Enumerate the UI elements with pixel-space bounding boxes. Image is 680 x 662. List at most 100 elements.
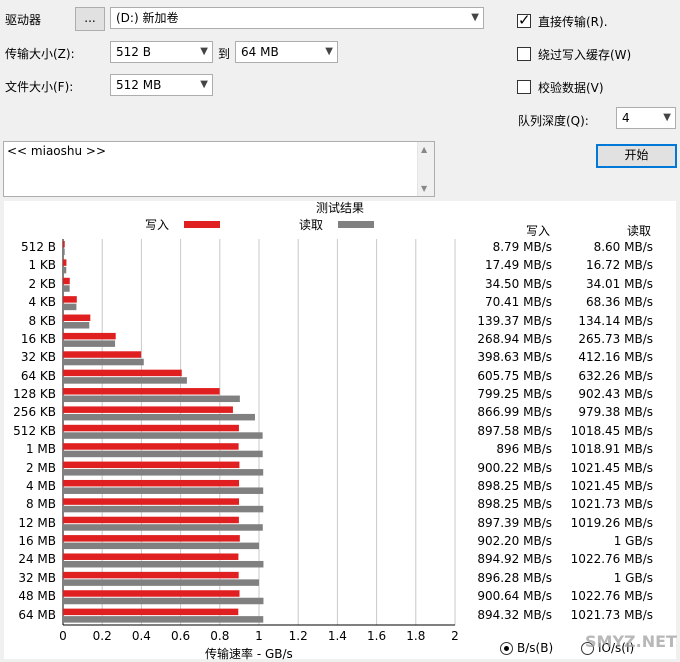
read-bar	[63, 322, 90, 329]
read-speed-cell: 1 GB/s	[613, 534, 653, 549]
read-speed-cell: 1021.45 MB/s	[570, 478, 653, 493]
size-label: 2 MB	[25, 460, 56, 475]
read-bar	[63, 303, 77, 311]
bytes-per-sec-radio[interactable]	[500, 642, 513, 655]
read-bar	[63, 616, 264, 623]
size-label: 256 KB	[13, 405, 56, 420]
size-label: 32 KB	[20, 350, 56, 365]
write-bar	[63, 241, 65, 248]
read-speed-cell: 1018.45 MB/s	[570, 423, 653, 438]
read-speed-cell: 1021.73 MB/s	[570, 607, 653, 622]
read-speed-cell: 265.73 MB/s	[578, 331, 653, 346]
size-label: 4 KB	[28, 295, 56, 310]
read-bar	[63, 597, 264, 605]
read-bar	[63, 285, 70, 292]
read-speed-cell: 412.16 MB/s	[578, 350, 653, 365]
write-speed-cell: 17.49 MB/s	[484, 258, 552, 273]
read-speed-cell: 902.43 MB/s	[578, 387, 653, 402]
read-speed-cell: 16.72 MB/s	[585, 258, 653, 273]
x-tick-label: 0.4	[131, 629, 151, 643]
write-speed-cell: 139.37 MB/s	[477, 313, 552, 328]
write-bar	[63, 332, 116, 340]
write-bar	[63, 406, 233, 413]
write-bar	[63, 388, 220, 395]
size-label: 512 KB	[13, 423, 56, 438]
size-label: 24 MB	[18, 552, 56, 567]
size-label: 64 MB	[18, 607, 56, 622]
write-bar	[63, 443, 239, 450]
read-bar	[63, 377, 187, 384]
write-speed-cell: 896 MB/s	[496, 442, 552, 457]
size-label: 1 MB	[25, 442, 56, 457]
read-speed-cell: 1019.26 MB/s	[570, 515, 653, 530]
x-tick-label: 1.8	[406, 629, 426, 643]
write-bar	[63, 351, 142, 358]
size-label: 48 MB	[18, 589, 56, 604]
write-speed-cell: 902.20 MB/s	[477, 534, 552, 549]
read-bar	[63, 450, 263, 458]
write-speed-cell: 34.50 MB/s	[484, 276, 552, 291]
write-speed-cell: 898.25 MB/s	[477, 478, 552, 493]
size-label: 2 KB	[28, 276, 56, 291]
read-speed-cell: 1022.76 MB/s	[570, 552, 653, 567]
write-bar	[63, 553, 239, 560]
read-speed-cell: 34.01 MB/s	[585, 276, 653, 291]
write-bar	[63, 259, 67, 266]
size-label: 1 KB	[28, 258, 56, 273]
write-bar	[63, 479, 240, 487]
read-bar	[63, 469, 264, 476]
read-bar	[63, 266, 67, 274]
watermark: SMYZ.NET	[585, 632, 677, 651]
write-bar	[63, 424, 239, 432]
write-speed-cell: 799.25 MB/s	[477, 387, 552, 402]
write-speed-cell: 897.58 MB/s	[477, 423, 552, 438]
x-tick-label: 0.6	[171, 629, 191, 643]
write-bar	[63, 314, 91, 322]
write-speed-cell: 898.25 MB/s	[477, 497, 552, 512]
read-bar	[63, 560, 264, 568]
write-bar	[63, 535, 240, 542]
size-label: 512 B	[21, 240, 56, 254]
write-bar	[63, 498, 240, 505]
read-bar	[63, 505, 264, 513]
x-tick-label: 1	[255, 629, 263, 643]
read-bar	[63, 487, 264, 494]
read-speed-cell: 8.60 MB/s	[593, 240, 653, 254]
size-label: 64 KB	[20, 368, 56, 383]
write-speed-cell: 896.28 MB/s	[477, 570, 552, 585]
bytes-per-sec-label: B/s(B)	[517, 641, 554, 655]
read-speed-cell: 1018.91 MB/s	[570, 442, 653, 457]
x-tick-label: 2	[451, 629, 459, 643]
read-bar	[63, 395, 240, 403]
write-bar	[63, 296, 77, 303]
read-speed-cell: 1021.73 MB/s	[570, 497, 653, 512]
read-speed-cell: 1022.76 MB/s	[570, 589, 653, 604]
write-speed-cell: 900.22 MB/s	[477, 460, 552, 475]
write-bar	[63, 571, 239, 579]
write-speed-cell: 894.92 MB/s	[477, 552, 552, 567]
read-bar	[63, 524, 263, 531]
write-speed-cell: 897.39 MB/s	[477, 515, 552, 530]
size-label: 8 MB	[25, 497, 56, 512]
size-label: 8 KB	[28, 313, 56, 328]
size-label: 16 KB	[20, 331, 56, 346]
read-bar	[63, 432, 263, 439]
write-speed-cell: 70.41 MB/s	[484, 295, 552, 310]
x-axis-label: 传输速率 - GB/s	[205, 647, 293, 661]
read-speed-cell: 134.14 MB/s	[578, 313, 653, 328]
read-speed-cell: 1 GB/s	[613, 570, 653, 585]
write-speed-cell: 268.94 MB/s	[477, 331, 552, 346]
read-bar	[63, 358, 144, 366]
x-tick-label: 0.8	[210, 629, 230, 643]
read-bar	[63, 413, 255, 421]
read-speed-cell: 632.26 MB/s	[578, 368, 653, 383]
write-speed-cell: 866.99 MB/s	[477, 405, 552, 420]
write-bar	[63, 608, 239, 616]
x-tick-label: 0	[59, 629, 67, 643]
write-speed-cell: 900.64 MB/s	[477, 589, 552, 604]
size-label: 128 KB	[13, 387, 56, 402]
read-bar	[63, 340, 116, 347]
write-bar	[63, 461, 240, 469]
read-bar	[63, 248, 65, 255]
read-speed-cell: 979.38 MB/s	[578, 405, 653, 420]
